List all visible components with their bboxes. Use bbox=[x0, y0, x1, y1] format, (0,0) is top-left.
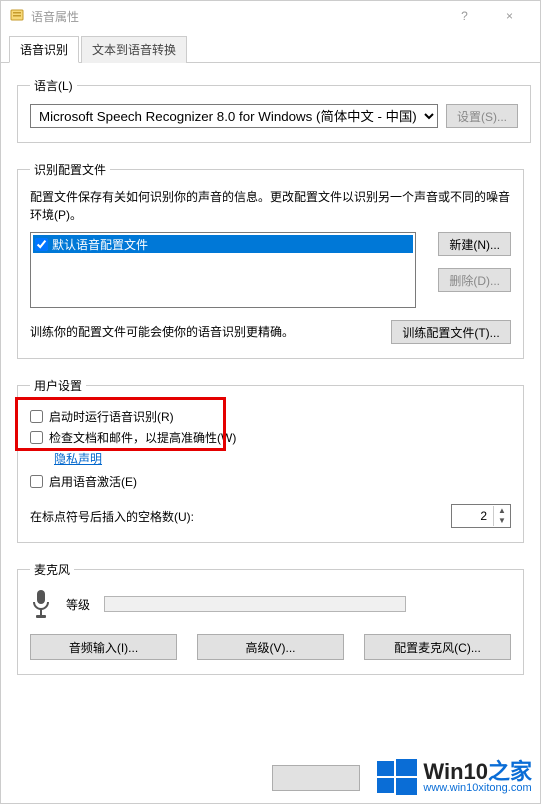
profile-item-checkbox[interactable] bbox=[35, 238, 48, 251]
train-hint: 训练你的配置文件可能会使你的语音识别更精确。 bbox=[30, 323, 383, 341]
language-select[interactable]: Microsoft Speech Recognizer 8.0 for Wind… bbox=[30, 104, 438, 128]
watermark: Win10之家 www.win10xitong.com bbox=[377, 757, 532, 797]
privacy-link[interactable]: 隐私声明 bbox=[54, 452, 102, 466]
profile-item-default[interactable]: 默认语音配置文件 bbox=[33, 235, 413, 253]
group-user-settings: 用户设置 启动时运行语音识别(R) 检查文档和邮件，以提高准确性(W) 隐私声明… bbox=[17, 377, 524, 543]
advanced-button[interactable]: 高级(V)... bbox=[197, 634, 344, 660]
review-docs-checkbox[interactable] bbox=[30, 431, 43, 444]
mic-level-meter bbox=[104, 596, 406, 612]
run-at-startup-row[interactable]: 启动时运行语音识别(R) bbox=[30, 408, 511, 425]
legend-profiles: 识别配置文件 bbox=[30, 161, 110, 178]
tab-tts[interactable]: 文本到语音转换 bbox=[81, 36, 187, 63]
profile-item-label: 默认语音配置文件 bbox=[52, 236, 148, 253]
voice-activation-label: 启用语音激活(E) bbox=[49, 473, 137, 490]
profile-delete-button[interactable]: 删除(D)... bbox=[438, 268, 511, 292]
voice-activation-row[interactable]: 启用语音激活(E) bbox=[30, 473, 511, 490]
spin-up-icon[interactable]: ▲ bbox=[494, 506, 510, 516]
voice-activation-checkbox[interactable] bbox=[30, 475, 43, 488]
tab-strip: 语音识别 文本到语音转换 bbox=[1, 31, 540, 63]
spaces-label: 在标点符号后插入的空格数(U): bbox=[30, 508, 443, 525]
ok-button[interactable] bbox=[272, 765, 360, 791]
configure-mic-button[interactable]: 配置麦克风(C)... bbox=[364, 634, 511, 660]
review-docs-row[interactable]: 检查文档和邮件，以提高准确性(W) bbox=[30, 429, 511, 446]
windows-logo-icon bbox=[377, 757, 417, 797]
group-microphone: 麦克风 等级 音频输入(I)... 高级(V)... 配置麦克风(C)... bbox=[17, 561, 524, 675]
close-button[interactable]: × bbox=[487, 1, 532, 31]
train-profile-button[interactable]: 训练配置文件(T)... bbox=[391, 320, 511, 344]
spaces-value: 2 bbox=[452, 509, 493, 523]
profiles-list[interactable]: 默认语音配置文件 bbox=[30, 232, 416, 308]
profiles-description: 配置文件保存有关如何识别你的声音的信息。更改配置文件以识别另一个声音或不同的噪音… bbox=[30, 188, 511, 224]
run-at-startup-checkbox[interactable] bbox=[30, 410, 43, 423]
spin-down-icon[interactable]: ▼ bbox=[494, 516, 510, 526]
run-at-startup-label: 启动时运行语音识别(R) bbox=[49, 408, 174, 425]
watermark-brand-a: Win10 bbox=[423, 759, 488, 784]
profile-new-button[interactable]: 新建(N)... bbox=[438, 232, 511, 256]
group-profiles: 识别配置文件 配置文件保存有关如何识别你的声音的信息。更改配置文件以识别另一个声… bbox=[17, 161, 524, 359]
watermark-url: www.win10xitong.com bbox=[423, 783, 532, 794]
help-button[interactable]: ? bbox=[442, 1, 487, 31]
audio-input-button[interactable]: 音频输入(I)... bbox=[30, 634, 177, 660]
review-docs-label: 检查文档和邮件，以提高准确性(W) bbox=[49, 429, 236, 446]
mic-level-label: 等级 bbox=[66, 596, 90, 613]
group-language: 语言(L) Microsoft Speech Recognizer 8.0 fo… bbox=[17, 77, 531, 143]
app-icon bbox=[9, 8, 25, 24]
window-title: 语音属性 bbox=[31, 8, 442, 25]
watermark-brand-b: 之家 bbox=[488, 759, 532, 784]
spaces-spinner[interactable]: 2 ▲ ▼ bbox=[451, 504, 511, 528]
microphone-icon bbox=[30, 588, 52, 620]
language-settings-button[interactable]: 设置(S)... bbox=[446, 104, 518, 128]
legend-user-settings: 用户设置 bbox=[30, 377, 86, 394]
legend-language: 语言(L) bbox=[30, 77, 77, 94]
titlebar: 语音属性 ? × bbox=[1, 1, 540, 31]
tab-speech-recognition[interactable]: 语音识别 bbox=[9, 36, 79, 63]
legend-microphone: 麦克风 bbox=[30, 561, 74, 578]
